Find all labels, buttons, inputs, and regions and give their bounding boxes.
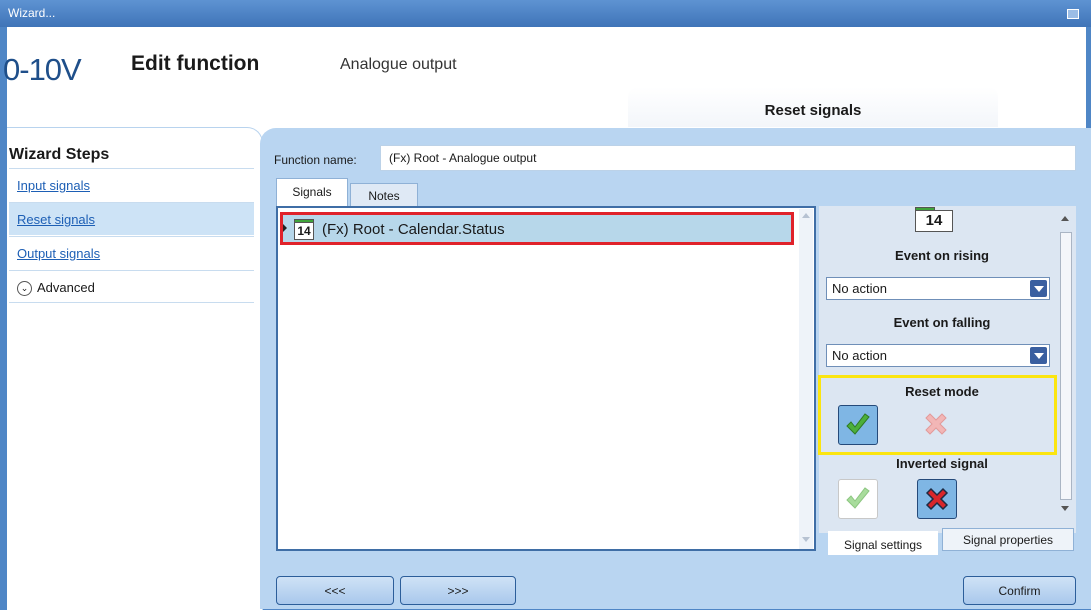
scroll-down-icon[interactable] [1061, 506, 1069, 511]
cross-icon [925, 487, 949, 511]
sidebar-item-label[interactable]: Reset signals [17, 212, 95, 227]
dropdown-arrow-icon[interactable] [1030, 347, 1047, 364]
sidebar-item-reset-signals[interactable]: Reset signals [9, 202, 254, 235]
check-icon [846, 487, 870, 509]
tab-notes[interactable]: Notes [350, 183, 418, 206]
sidebar-item-label[interactable]: Advanced [37, 280, 95, 295]
step-header-tab: Reset signals [628, 87, 998, 127]
signal-name: (Fx) Root - Calendar.Status [322, 221, 505, 238]
page-subtitle: Analogue output [340, 56, 457, 73]
next-button[interactable]: >>> [400, 576, 516, 605]
sidebar-item-label[interactable]: Output signals [17, 246, 100, 261]
wizard-steps-heading: Wizard Steps [9, 146, 110, 163]
sidebar-item-label[interactable]: Input signals [17, 178, 90, 193]
event-rising-select[interactable]: No action [826, 277, 1050, 300]
scrollbar-thumb[interactable] [1060, 232, 1072, 500]
signals-list-scrollbar[interactable] [799, 209, 813, 549]
calendar-icon: 14 [294, 219, 314, 240]
event-rising-label: Event on rising [895, 248, 989, 263]
inverted-signal-enable-button[interactable] [838, 479, 878, 519]
signals-list [276, 206, 816, 551]
page-title: Edit function [131, 52, 260, 75]
reset-mode-label: Reset mode [905, 384, 979, 399]
tab-signal-properties[interactable]: Signal properties [942, 528, 1074, 551]
scroll-up-icon[interactable] [802, 213, 810, 218]
sidebar-item-output-signals[interactable]: Output signals [9, 236, 254, 269]
inverted-signal-label: Inverted signal [896, 456, 988, 471]
event-falling-value: No action [832, 348, 887, 363]
title-bar: Wizard... [0, 0, 1091, 27]
dropdown-arrow-icon[interactable] [1030, 280, 1047, 297]
reset-mode-disable-button[interactable] [917, 405, 957, 445]
row-pointer-icon [283, 224, 287, 232]
sidebar-item-input-signals[interactable]: Input signals [9, 168, 254, 201]
scroll-down-icon[interactable] [802, 537, 810, 542]
reset-mode-enable-button[interactable] [838, 405, 878, 445]
analogue-0-10v-icon: 0-10V [3, 52, 82, 87]
check-icon [846, 413, 870, 435]
cross-icon [925, 413, 947, 435]
event-rising-value: No action [832, 281, 887, 296]
inverted-signal-disable-button[interactable] [917, 479, 957, 519]
sidebar-item-advanced[interactable]: ⌄ Advanced [9, 270, 254, 303]
calendar-icon: 14 [915, 207, 953, 232]
scroll-up-icon[interactable] [1061, 216, 1069, 221]
confirm-button[interactable]: Confirm [963, 576, 1076, 605]
chevron-down-icon[interactable]: ⌄ [17, 281, 32, 297]
function-name-input[interactable]: (Fx) Root - Analogue output [380, 145, 1076, 171]
tab-signal-settings[interactable]: Signal settings [828, 531, 938, 555]
event-falling-select[interactable]: No action [826, 344, 1050, 367]
window-title: Wizard... [8, 6, 56, 20]
function-name-label: Function name: [274, 153, 357, 167]
tab-signals[interactable]: Signals [276, 178, 348, 206]
event-falling-label: Event on falling [893, 315, 991, 330]
window-control-icon[interactable] [1067, 9, 1079, 19]
previous-button[interactable]: <<< [276, 576, 394, 605]
